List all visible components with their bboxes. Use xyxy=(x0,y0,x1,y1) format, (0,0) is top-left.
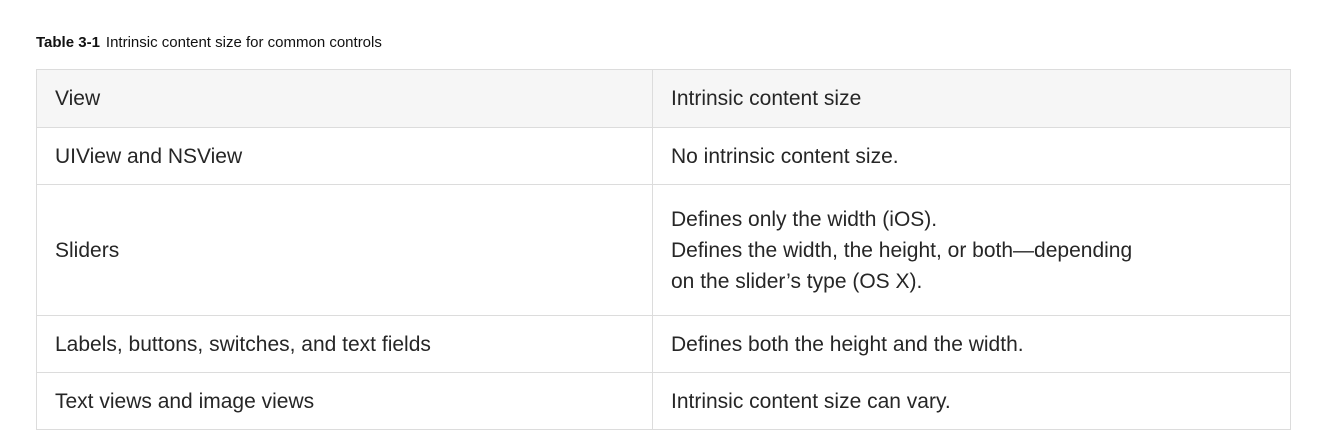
table-row: Sliders Defines only the width (iOS). De… xyxy=(36,184,1291,316)
cell-view: Sliders xyxy=(36,184,653,316)
cell-view: UIView and NSView xyxy=(36,127,653,185)
intrinsic-content-size-table: View Intrinsic content size UIView and N… xyxy=(36,69,1291,430)
column-header-intrinsic-content-size: Intrinsic content size xyxy=(652,69,1291,128)
cell-text-line: No intrinsic content size. xyxy=(671,144,899,168)
table-caption-text: Intrinsic content size for common contro… xyxy=(105,34,382,51)
table-header-row: View Intrinsic content size xyxy=(36,69,1291,128)
cell-intrinsic-size: Intrinsic content size can vary. xyxy=(652,372,1291,430)
table-caption: Table 3-1 Intrinsic content size for comm… xyxy=(36,34,382,51)
cell-intrinsic-size: No intrinsic content size. xyxy=(652,127,1291,185)
table-caption-label: Table 3-1 xyxy=(36,34,100,51)
cell-text-line: Defines only the width (iOS). xyxy=(671,207,938,231)
cell-view: Text views and image views xyxy=(36,372,653,430)
cell-text-line: on the slider’s type (OS X). xyxy=(671,269,923,293)
cell-text-line: Defines the width, the height, or both—d… xyxy=(671,238,1133,262)
cell-intrinsic-size: Defines only the width (iOS). Defines th… xyxy=(652,184,1291,316)
column-header-view: View xyxy=(36,69,653,128)
table-row: Text views and image views Intrinsic con… xyxy=(36,372,1291,430)
cell-intrinsic-size: Defines both the height and the width. xyxy=(652,315,1291,373)
cell-text-line: Defines both the height and the width. xyxy=(671,332,1024,356)
table-row: Labels, buttons, switches, and text fiel… xyxy=(36,315,1291,373)
cell-text-line: Intrinsic content size can vary. xyxy=(671,389,951,413)
table-row: UIView and NSView No intrinsic content s… xyxy=(36,127,1291,185)
cell-view: Labels, buttons, switches, and text fiel… xyxy=(36,315,653,373)
